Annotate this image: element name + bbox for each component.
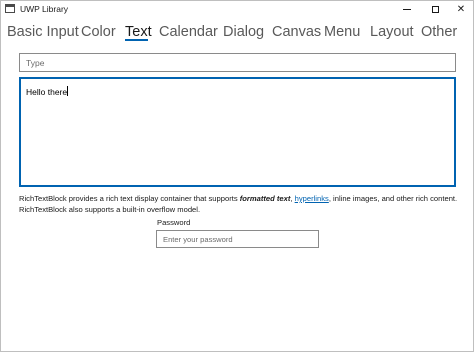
multiline-text-value: Hello there bbox=[26, 87, 68, 97]
multiline-text-box[interactable]: Hello there bbox=[19, 77, 456, 187]
rich-text-part-1: RichTextBlock provides a rich text displ… bbox=[19, 194, 240, 203]
maximize-icon bbox=[431, 6, 439, 13]
password-label: Password bbox=[157, 218, 191, 227]
window-icon bbox=[5, 4, 15, 13]
tab-basic-input[interactable]: Basic Input bbox=[7, 20, 79, 44]
close-icon: ✕ bbox=[456, 3, 466, 15]
minimize-icon bbox=[403, 9, 411, 10]
app-window: UWP Library ✕ Basic Input Color Text Cal… bbox=[0, 0, 474, 352]
tab-dialog[interactable]: Dialog bbox=[223, 20, 264, 44]
tab-canvas[interactable]: Canvas bbox=[272, 20, 321, 44]
nav-tabs: Basic Input Color Text Calendar Dialog C… bbox=[1, 20, 473, 48]
minimize-button[interactable] bbox=[393, 1, 421, 18]
close-button[interactable]: ✕ bbox=[447, 1, 474, 18]
tab-layout[interactable]: Layout bbox=[370, 20, 414, 44]
tab-menu[interactable]: Menu bbox=[324, 20, 360, 44]
tab-color[interactable]: Color bbox=[81, 20, 116, 44]
tab-calendar[interactable]: Calendar bbox=[159, 20, 218, 44]
rich-text-formatted: formatted text bbox=[239, 194, 291, 203]
rich-text-block: RichTextBlock provides a rich text displ… bbox=[19, 193, 469, 215]
text-caret bbox=[67, 86, 69, 96]
password-input[interactable] bbox=[156, 230, 319, 248]
rich-text-hyperlink[interactable]: hyperlinks bbox=[295, 194, 329, 203]
type-input[interactable] bbox=[19, 53, 456, 72]
window-title: UWP Library bbox=[20, 4, 69, 14]
tab-other[interactable]: Other bbox=[421, 20, 457, 44]
title-bar[interactable]: UWP Library ✕ bbox=[1, 1, 473, 18]
maximize-button[interactable] bbox=[421, 1, 449, 18]
active-tab-indicator bbox=[125, 39, 148, 41]
